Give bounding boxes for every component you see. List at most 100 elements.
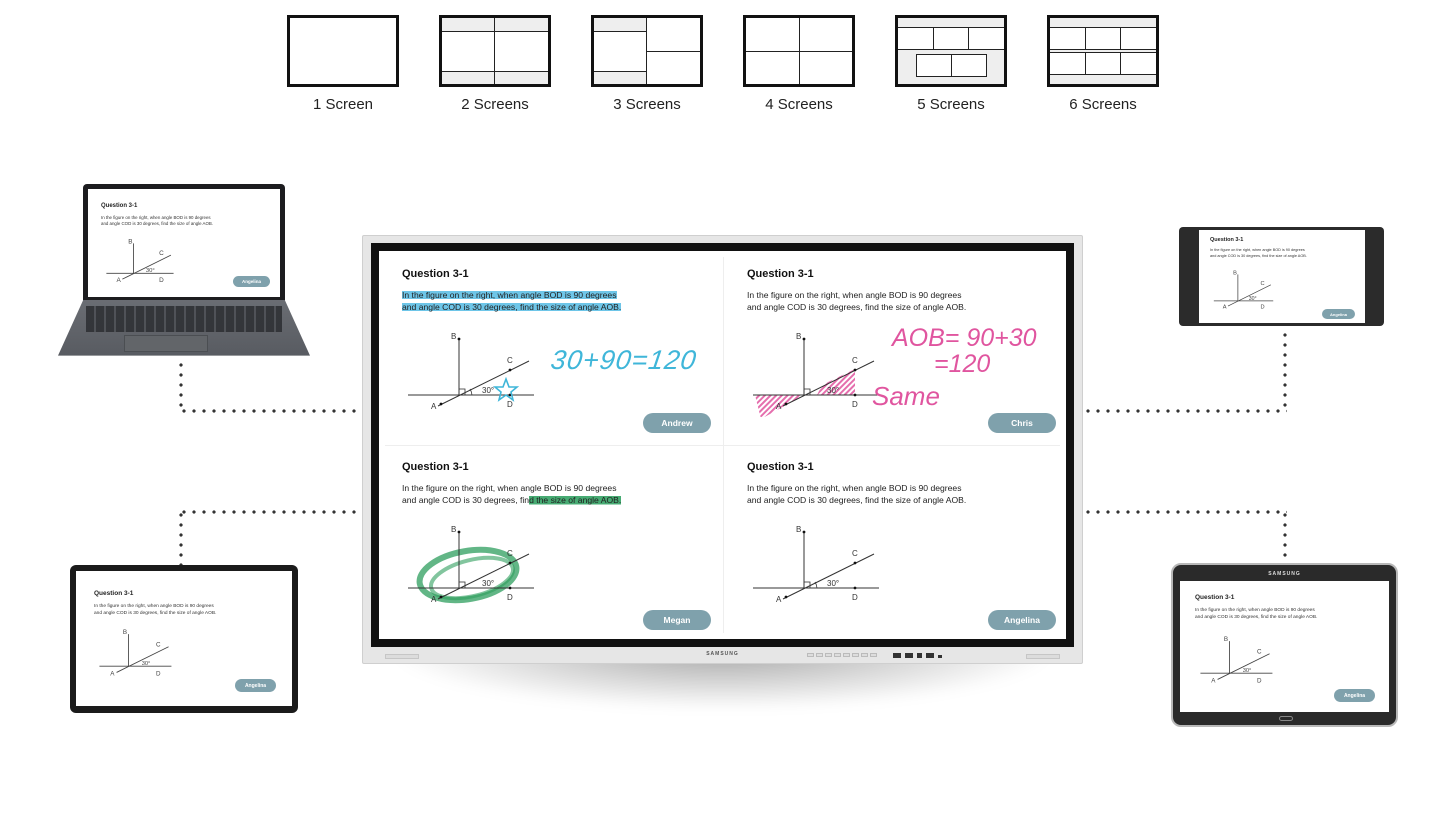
layout-mode-3[interactable]: 3 Screens [591,15,703,113]
question-line: and angle COD is 30 degrees, find the si… [747,302,967,312]
question-title: Question 3-1 [94,590,134,597]
svg-text:A: A [117,277,122,284]
front-ports [893,653,942,658]
question-title: Question 3-1 [402,461,469,473]
point-label-d: D [852,400,858,409]
svg-text:D: D [156,670,161,677]
student-screen-chris[interactable]: Question 3-1 In the figure on the right,… [724,251,1068,445]
point-label-a: A [431,595,437,604]
layout-mode-5[interactable]: 5 Screens [895,15,1007,113]
point-label-b: B [796,332,801,341]
angle-figure: B C D A 30° [408,525,534,604]
angle-figure: B C D A 30° [99,629,172,677]
tablet-left-device[interactable]: Question 3-1 In the figure on the right,… [70,565,298,713]
student-name-button[interactable]: Megan [643,610,711,630]
angle-label: 30° [827,579,839,588]
question-title: Question 3-1 [101,203,138,209]
student-screen-angelina[interactable]: Question 3-1 In the figure on the right,… [724,446,1068,640]
question-line: In the figure on the right, when angle B… [747,483,962,493]
question-line: and angle COD is 30 degrees, find the si… [1210,253,1307,258]
question-line: In the figure on the right, when angle B… [747,290,962,300]
angle-label: 30° [482,579,494,588]
angle-label: 30° [827,386,839,395]
display-screen: Question 3-1 In the figure on the right,… [379,251,1066,639]
svg-text:C: C [1261,281,1265,287]
point-label-b: B [796,525,801,534]
tablet-right-device[interactable]: SAMSUNG Question 3-1 In the figure on th… [1171,563,1398,727]
handwritten-answer: AOB= 90+30 =120 [892,325,1037,377]
laptop-keyboard [86,306,282,332]
point-label-c: C [507,549,513,558]
laptop-screen: Question 3-1 In the figure on the right,… [88,189,280,297]
svg-text:A: A [1211,677,1216,684]
angle-figure: B C D A 30° [408,332,534,411]
ink-line: =120 [934,350,991,378]
laptop-lid: Question 3-1 In the figure on the right,… [83,184,285,302]
board-brand-logo: SAMSUNG [706,651,739,657]
layout-mode-label: 1 Screen [312,96,374,113]
layout-thumb-1-screen [287,15,399,87]
layout-mode-label: 6 Screens [1069,96,1137,113]
question-text: In the figure on the right, when angle B… [747,482,1007,506]
tablet-screen: Question 3-1 In the figure on the right,… [1180,581,1389,712]
layout-mode-6[interactable]: 6 Screens [1047,15,1159,113]
connector-laptop [179,409,362,413]
point-label-a: A [776,402,782,411]
student-name-button[interactable]: Angelina [988,610,1056,630]
svg-text:30°: 30° [1249,296,1257,302]
svg-text:C: C [159,250,164,257]
svg-text:30°: 30° [142,661,151,667]
question-title: Question 3-1 [402,268,469,280]
student-name-button[interactable]: Andrew [643,413,711,433]
student-name-button[interactable]: Angelina [1334,689,1375,702]
blue-highlight: In the figure on the right, when angle B… [402,290,617,300]
student-screen-andrew[interactable]: Question 3-1 In the figure on the right,… [379,251,723,445]
svg-text:30°: 30° [146,268,155,274]
student-name-button[interactable]: Angelina [1322,309,1355,319]
svg-text:B: B [1233,270,1237,276]
point-label-b: B [451,332,456,341]
layout-mode-2[interactable]: 2 Screens [439,15,551,113]
front-control-buttons[interactable] [807,653,877,657]
question-text: In the figure on the right, when angle B… [101,215,213,227]
angle-figure: B C D A 30° [1213,270,1274,310]
student-screen-megan[interactable]: Question 3-1 In the figure on the right,… [379,446,723,640]
angle-label: 30° [482,386,494,395]
point-label-c: C [507,356,513,365]
connector-tablet-right [1083,510,1287,514]
question-line: and angle COD is 30 degrees, find the si… [747,495,967,505]
home-button[interactable] [1279,716,1293,721]
connector-tablet-right [1283,510,1287,562]
question-line: and angle COD is 30 degrees, fin [402,495,530,505]
question-text: In the figure on the right, when angle B… [1195,607,1317,621]
svg-text:C: C [1257,649,1262,656]
svg-text:A: A [1223,304,1227,310]
layout-mode-label: 3 Screens [613,96,681,113]
layout-mode-4[interactable]: 4 Screens [743,15,855,113]
connector-laptop [179,360,183,410]
ink-line: AOB= 90+30 [892,324,1037,352]
svg-text:A: A [110,670,115,677]
question-line: In the figure on the right, when angle B… [1195,608,1315,613]
phone-device[interactable]: Question 3-1 In the figure on the right,… [1179,227,1384,326]
tablet-screen: Question 3-1 In the figure on the right,… [76,571,292,706]
question-line: and angle COD is 30 degrees, find the si… [1195,615,1318,620]
student-name-button[interactable]: Angelina [235,679,276,692]
layout-mode-label: 2 Screens [461,96,529,113]
point-label-b: B [451,525,456,534]
blue-highlight: and angle COD is 30 degrees, find the si… [402,302,622,312]
student-name-button[interactable]: Angelina [233,276,270,287]
layout-thumb-3-screens [591,15,703,87]
tablet-brand-logo: SAMSUNG [1268,571,1301,577]
student-name-button[interactable]: Chris [988,413,1056,433]
connector-phone [1083,409,1287,413]
laptop-touchpad [124,335,208,352]
question-text: In the figure on the right, when angle B… [1210,248,1307,259]
connector-tablet-left [179,510,183,565]
question-text: In the figure on the right, when angle B… [402,289,662,313]
layout-thumb-2-screens [439,15,551,87]
angle-figure: B C D A 30° [106,238,174,284]
question-title: Question 3-1 [747,461,814,473]
layout-mode-1[interactable]: 1 Screen [287,15,399,113]
angle-figure: B C D A 30° [753,525,879,604]
